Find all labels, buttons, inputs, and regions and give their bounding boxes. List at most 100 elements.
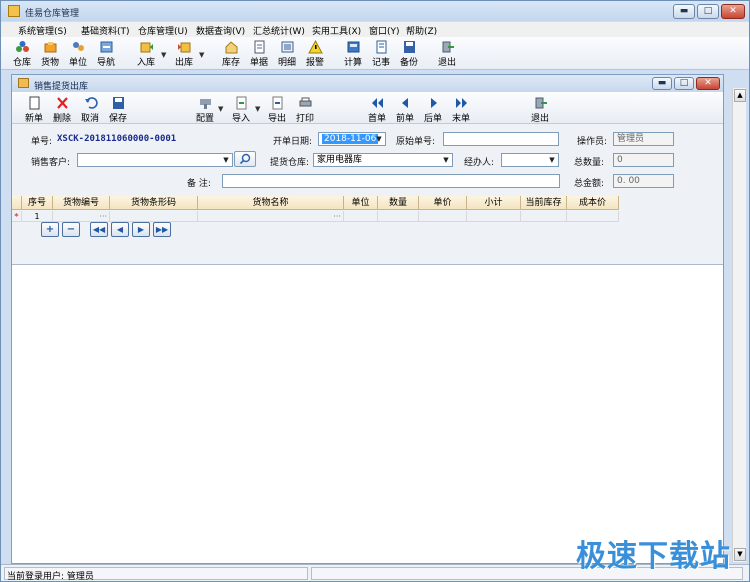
toolbar-calculator[interactable]: 计算 xyxy=(338,39,368,68)
first-record-button[interactable]: 首单 xyxy=(362,95,392,124)
toolbar-exit[interactable]: 退出 xyxy=(432,39,462,68)
menu-window[interactable]: 窗口(Y) xyxy=(369,24,400,37)
new-button[interactable]: 新单 xyxy=(19,95,49,124)
maximize-button[interactable]: □ xyxy=(697,4,719,19)
handler-select[interactable]: ▼ xyxy=(501,153,559,167)
stock-in-dropdown-icon[interactable]: ▼ xyxy=(161,51,166,59)
cell-unit[interactable] xyxy=(344,211,378,222)
title-bar: 佳易仓库管理 ▬ □ ✕ xyxy=(1,1,749,21)
warehouse-dropdown-icon[interactable]: ▼ xyxy=(441,155,451,165)
col-price[interactable]: 单价 xyxy=(419,196,467,210)
toolbar-stock-in[interactable]: 入库 xyxy=(131,39,161,68)
minimize-button[interactable]: ▬ xyxy=(673,4,695,19)
customer-dropdown-icon[interactable]: ▼ xyxy=(221,155,231,165)
customer-search-button[interactable] xyxy=(234,151,256,167)
export-button[interactable]: 导出 xyxy=(262,95,292,124)
child-minimize-button[interactable]: ▬ xyxy=(652,77,672,90)
menu-bar: 系统管理(S) 基础资料(T) 仓库管理(U) 数据查询(V) 汇总统计(W) … xyxy=(1,22,749,37)
last-record-button[interactable]: 末单 xyxy=(446,95,476,124)
last-record-icon xyxy=(455,98,467,108)
grid-last-button[interactable]: ▶▶ xyxy=(153,222,171,237)
toolbar-alert[interactable]: 报警 xyxy=(300,39,330,68)
scroll-down-icon[interactable]: ▼ xyxy=(734,548,746,561)
cell-goods-name[interactable]: ··· xyxy=(198,211,344,222)
col-unit[interactable]: 单位 xyxy=(344,196,378,210)
notes-icon xyxy=(376,40,386,54)
cell-barcode[interactable] xyxy=(110,211,198,222)
cell-price[interactable] xyxy=(419,211,467,222)
goods-icon xyxy=(44,42,56,53)
col-quantity[interactable]: 数量 xyxy=(378,196,419,210)
toolbar-goods[interactable]: 货物 xyxy=(35,39,65,68)
details-icon xyxy=(281,41,293,53)
stock-out-dropdown-icon[interactable]: ▼ xyxy=(199,51,204,59)
toolbar-details[interactable]: 明细 xyxy=(272,39,302,68)
warehouse-select[interactable]: 家用电器库 ▼ xyxy=(313,153,453,167)
documents-icon xyxy=(254,40,264,54)
import-dropdown-icon[interactable]: ▼ xyxy=(255,105,260,113)
menu-statistics[interactable]: 汇总统计(W) xyxy=(253,24,305,37)
config-dropdown-icon[interactable]: ▼ xyxy=(218,105,223,113)
toolbar-nav[interactable]: 导航 xyxy=(91,39,121,68)
toolbar-stock-out[interactable]: 出库 xyxy=(169,39,199,68)
handler-dropdown-icon[interactable]: ▼ xyxy=(547,155,557,165)
close-button[interactable]: ✕ xyxy=(721,4,745,19)
grid-prev-button[interactable]: ◀ xyxy=(111,222,129,237)
cell-cost-price[interactable] xyxy=(567,211,619,222)
app-icon xyxy=(8,5,20,17)
toolbar-unit[interactable]: 单位 xyxy=(63,39,93,68)
delete-button[interactable]: 删除 xyxy=(47,95,77,124)
minus-icon: − xyxy=(66,224,76,235)
date-picker[interactable]: 2018-11-06 ▼ xyxy=(318,132,386,146)
print-button[interactable]: 打印 xyxy=(290,95,320,124)
next-record-button[interactable]: 后单 xyxy=(418,95,448,124)
grid-next-button[interactable]: ▶ xyxy=(132,222,150,237)
save-button[interactable]: 保存 xyxy=(103,95,133,124)
vertical-scrollbar[interactable]: ▲ ▼ xyxy=(732,88,746,562)
cell-subtotal[interactable] xyxy=(467,211,521,222)
remove-row-button[interactable]: − xyxy=(62,222,80,237)
date-dropdown-icon[interactable]: ▼ xyxy=(374,134,384,144)
col-current-stock[interactable]: 当前库存 xyxy=(521,196,567,210)
orig-no-label: 原始单号: xyxy=(396,137,436,147)
orig-no-input[interactable] xyxy=(443,132,559,146)
col-goods-name[interactable]: 货物名称 xyxy=(198,196,344,210)
toolbar-backup[interactable]: 备份 xyxy=(394,39,424,68)
cell-seq[interactable]: 1 xyxy=(22,211,53,222)
warehouse-label: 提货仓库: xyxy=(270,158,310,168)
menu-warehouse[interactable]: 仓库管理(U) xyxy=(138,24,188,37)
customer-select[interactable]: ▼ xyxy=(77,153,233,167)
col-goods-code[interactable]: 货物编号 xyxy=(53,196,110,210)
child-close-button[interactable]: ✕ xyxy=(696,77,720,90)
toolbar-documents[interactable]: 单据 xyxy=(244,39,274,68)
col-cost-price[interactable]: 成本价 xyxy=(567,196,619,210)
toolbar-inventory[interactable]: 库存 xyxy=(216,39,246,68)
order-no-label: 单号: xyxy=(31,137,53,147)
printer-icon xyxy=(299,97,311,107)
config-button[interactable]: 配置 xyxy=(190,95,220,124)
cancel-button[interactable]: 取消 xyxy=(75,95,105,124)
col-subtotal[interactable]: 小计 xyxy=(467,196,521,210)
add-row-button[interactable]: + xyxy=(41,222,59,237)
col-barcode[interactable]: 货物条形码 xyxy=(110,196,198,210)
col-seq[interactable]: 序号 xyxy=(22,196,53,210)
scroll-up-icon[interactable]: ▲ xyxy=(734,89,746,102)
toolbar-notes[interactable]: 记事 xyxy=(366,39,396,68)
menu-system[interactable]: 系统管理(S) xyxy=(18,24,67,37)
toolbar-warehouse[interactable]: 仓库 xyxy=(7,39,37,68)
cell-quantity[interactable] xyxy=(378,211,419,222)
child-exit-button[interactable]: 退出 xyxy=(525,95,555,124)
menu-query[interactable]: 数据查询(V) xyxy=(196,24,245,37)
previous-record-button[interactable]: 前单 xyxy=(390,95,420,124)
menu-basic-data[interactable]: 基础资料(T) xyxy=(81,24,130,37)
grid-first-button[interactable]: ◀◀ xyxy=(90,222,108,237)
menu-tools[interactable]: 实用工具(X) xyxy=(312,24,361,37)
import-button[interactable]: 导入 xyxy=(226,95,256,124)
cell-goods-code[interactable]: ··· xyxy=(53,211,110,222)
table-row[interactable]: * 1 ··· ··· xyxy=(12,211,619,222)
menu-help[interactable]: 帮助(Z) xyxy=(406,24,437,37)
child-maximize-button[interactable]: □ xyxy=(674,77,694,90)
remark-input[interactable] xyxy=(222,174,560,188)
cell-current-stock[interactable] xyxy=(521,211,567,222)
warehouse-value: 家用电器库 xyxy=(317,155,363,165)
